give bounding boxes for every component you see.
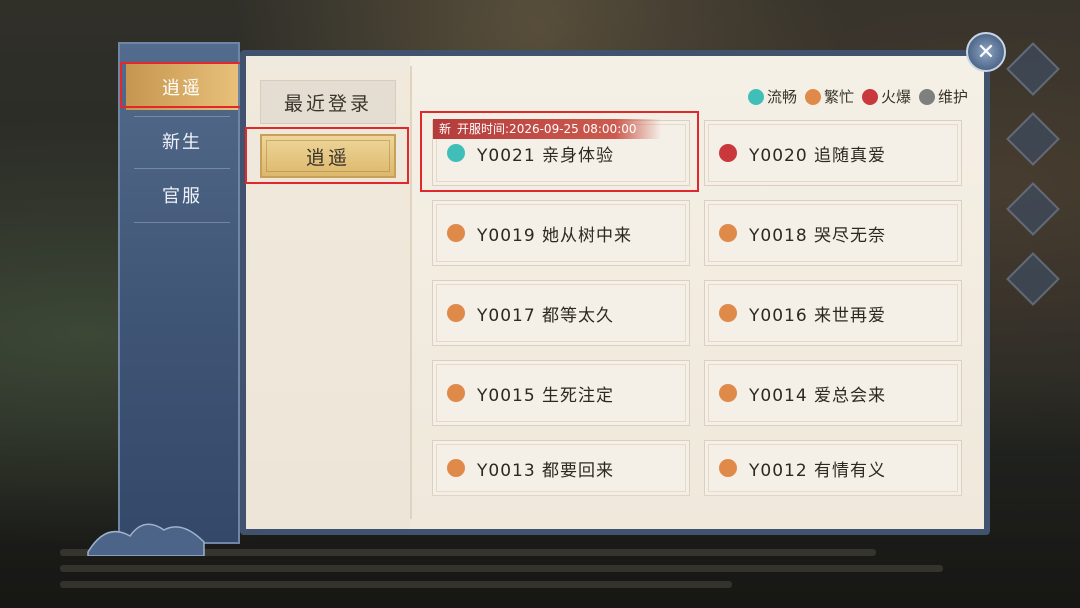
- server-button-y0019[interactable]: Y0019 她从树中来: [432, 200, 690, 266]
- server-button-y0017[interactable]: Y0017 都等太久: [432, 280, 690, 346]
- server-name: Y0013 都要回来: [477, 460, 615, 481]
- server-button-y0012[interactable]: Y0012 有情有义: [704, 440, 962, 496]
- diamond-ornament-icon: [1006, 42, 1060, 96]
- server-name: Y0021 亲身体验: [477, 145, 615, 166]
- status-dot-icon: [447, 459, 465, 477]
- scroll-fade: [412, 489, 984, 529]
- legend-item: 火爆: [861, 86, 911, 107]
- status-dot-icon: [447, 304, 465, 322]
- tab-xiaoyao[interactable]: 逍遥: [260, 134, 396, 178]
- sidebar-item-guanfu[interactable]: 官服: [126, 172, 238, 218]
- sidebar-item-label: 官服: [162, 186, 202, 207]
- server-name: Y0017 都等太久: [477, 305, 615, 326]
- server-name: Y0020 追随真爱: [749, 145, 887, 166]
- server-button-y0020[interactable]: Y0020 追随真爱: [704, 120, 962, 186]
- panel-content: 最近登录 逍遥 流畅 繁忙 火爆 维护 新 开服时间:2026-09-25 08…: [246, 56, 984, 529]
- status-dot-icon: [918, 88, 935, 105]
- server-button-y0015[interactable]: Y0015 生死注定: [432, 360, 690, 426]
- sidebar-item-label: 新生: [162, 132, 202, 153]
- close-icon: ✕: [976, 39, 996, 65]
- divider: [134, 116, 230, 117]
- server-name: Y0019 她从树中来: [477, 225, 633, 246]
- server-button-y0021[interactable]: 新开服时间:2026-09-25 08:00:00 Y0021 亲身体验: [432, 119, 690, 186]
- status-dot-icon: [719, 304, 737, 322]
- status-dot-icon: [447, 144, 465, 162]
- legend-item: 维护: [918, 86, 968, 107]
- close-button[interactable]: ✕: [966, 32, 1006, 72]
- server-name: Y0016 来世再爱: [749, 305, 887, 326]
- server-group-sidebar: 逍遥 新生 官服: [118, 42, 240, 544]
- server-button-y0014[interactable]: Y0014 爱总会来: [704, 360, 962, 426]
- divider: [410, 66, 412, 519]
- server-name: Y0014 爱总会来: [749, 385, 887, 406]
- legend-label: 流畅: [766, 88, 797, 106]
- status-dot-icon: [719, 459, 737, 477]
- server-name: Y0018 哭尽无奈: [749, 225, 887, 246]
- sidebar-item-xiaoyao[interactable]: 逍遥: [126, 64, 238, 110]
- tab-label: 逍遥: [305, 146, 350, 169]
- server-button-y0013[interactable]: Y0013 都要回来: [432, 440, 690, 496]
- new-server-ribbon: 新开服时间:2026-09-25 08:00:00: [433, 119, 661, 139]
- sidebar-item-xinsheng[interactable]: 新生: [126, 118, 238, 164]
- diamond-ornament-icon: [1006, 182, 1060, 236]
- status-dot-icon: [861, 88, 878, 105]
- status-dot-icon: [804, 88, 821, 105]
- sidebar-item-label: 逍遥: [162, 78, 202, 99]
- server-name: Y0015 生死注定: [477, 385, 615, 406]
- divider: [134, 168, 230, 169]
- status-dot-icon: [447, 224, 465, 242]
- legend-label: 维护: [937, 88, 968, 106]
- legend-label: 繁忙: [823, 88, 854, 106]
- server-button-y0016[interactable]: Y0016 来世再爱: [704, 280, 962, 346]
- legend-item: 繁忙: [804, 86, 854, 107]
- diamond-ornament-icon: [1006, 112, 1060, 166]
- status-legend: 流畅 繁忙 火爆 维护: [747, 86, 968, 107]
- server-name: Y0012 有情有义: [749, 460, 887, 481]
- server-button-y0018[interactable]: Y0018 哭尽无奈: [704, 200, 962, 266]
- divider: [134, 222, 230, 223]
- diamond-ornament-icon: [1006, 252, 1060, 306]
- decorative-column: [1000, 40, 1060, 380]
- legend-label: 火爆: [880, 88, 911, 106]
- tab-recent-login[interactable]: 最近登录: [260, 80, 396, 124]
- tab-column: 最近登录 逍遥: [246, 56, 410, 529]
- legend-item: 流畅: [747, 86, 797, 107]
- status-dot-icon: [747, 88, 764, 105]
- status-dot-icon: [719, 384, 737, 402]
- status-dot-icon: [719, 144, 737, 162]
- server-list-panel: 最近登录 逍遥 流畅 繁忙 火爆 维护 新 开服时间:2026-09-25 08…: [240, 50, 990, 535]
- tab-label: 最近登录: [283, 92, 372, 115]
- cloud-ornament-icon: [87, 523, 205, 556]
- status-dot-icon: [447, 384, 465, 402]
- status-dot-icon: [719, 224, 737, 242]
